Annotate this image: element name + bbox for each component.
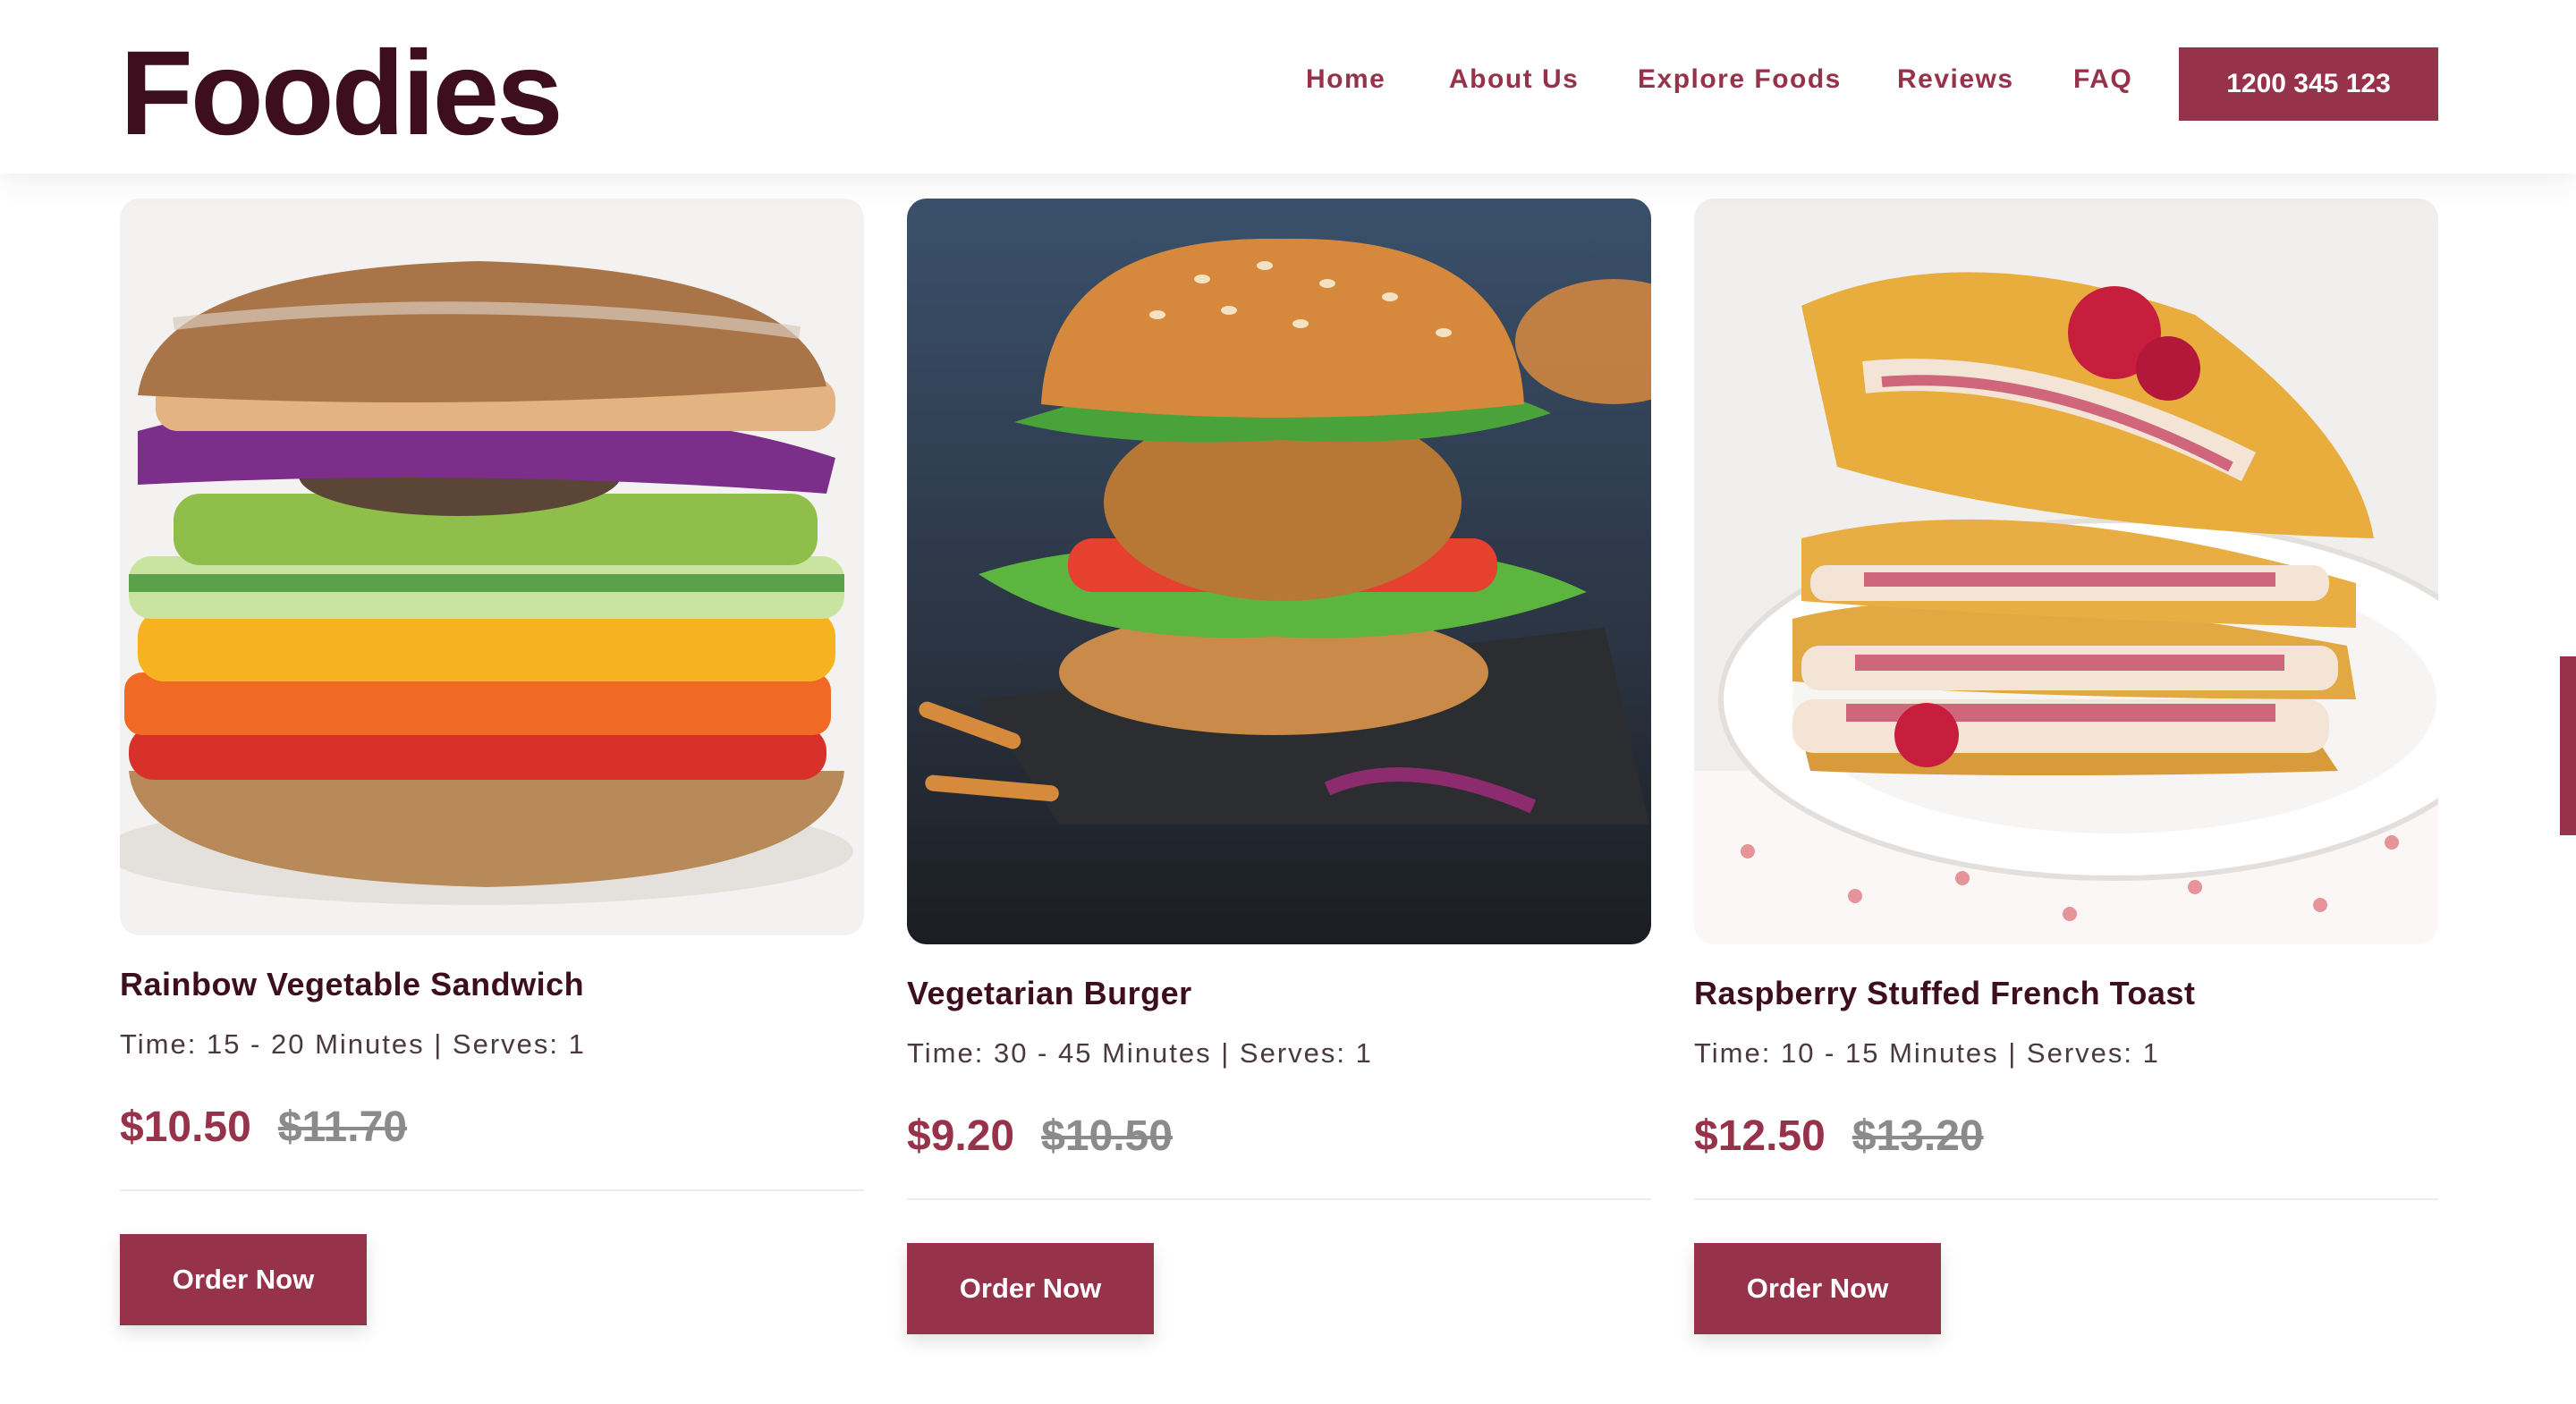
nav-about-us[interactable]: About Us	[1449, 64, 1579, 95]
site-logo[interactable]: Foodies	[120, 27, 564, 161]
food-card: Rainbow Vegetable Sandwich Time: 15 - 20…	[120, 199, 864, 1325]
price-row: $10.50 $11.70	[120, 1100, 864, 1154]
card-divider	[120, 1189, 864, 1191]
food-card: Vegetarian Burger Time: 30 - 45 Minutes …	[907, 199, 1651, 1334]
current-price: $9.20	[907, 1112, 1015, 1160]
food-meta: Time: 10 - 15 Minutes | Serves: 1	[1694, 1037, 2160, 1069]
nav-reviews[interactable]: Reviews	[1897, 64, 2014, 95]
phone-button[interactable]: 1200 345 123	[2179, 47, 2438, 121]
nav-explore-foods[interactable]: Explore Foods	[1638, 64, 1842, 95]
current-price: $10.50	[120, 1103, 251, 1151]
vegetarian-burger-photo[interactable]	[907, 199, 1651, 944]
current-price: $12.50	[1694, 1112, 1826, 1160]
rainbow-vegetable-sandwich-photo[interactable]	[120, 199, 864, 935]
site-header: Foodies Home About Us Explore Foods Revi…	[0, 0, 2576, 173]
card-divider	[1694, 1198, 2438, 1200]
food-card: Raspberry Stuffed French Toast Time: 10 …	[1694, 199, 2438, 1334]
order-now-button[interactable]: Order Now	[120, 1234, 367, 1325]
price-row: $12.50 $13.20	[1694, 1109, 2438, 1163]
order-now-button[interactable]: Order Now	[907, 1243, 1154, 1334]
food-title: Vegetarian Burger	[907, 975, 1192, 1011]
old-price: $11.70	[277, 1103, 407, 1151]
food-title: Rainbow Vegetable Sandwich	[120, 966, 585, 1002]
nav-home[interactable]: Home	[1306, 64, 1385, 95]
card-divider	[907, 1198, 1651, 1200]
side-feedback-tab[interactable]	[2560, 656, 2576, 835]
old-price: $10.50	[1041, 1112, 1173, 1160]
nav-faq[interactable]: FAQ	[2073, 64, 2132, 95]
price-row: $9.20 $10.50	[907, 1109, 1651, 1163]
raspberry-french-toast-photo[interactable]	[1694, 199, 2438, 944]
food-meta: Time: 15 - 20 Minutes | Serves: 1	[120, 1028, 586, 1060]
order-now-button[interactable]: Order Now	[1694, 1243, 1941, 1334]
food-meta: Time: 30 - 45 Minutes | Serves: 1	[907, 1037, 1373, 1069]
old-price: $13.20	[1852, 1112, 1984, 1160]
food-title: Raspberry Stuffed French Toast	[1694, 975, 2196, 1011]
